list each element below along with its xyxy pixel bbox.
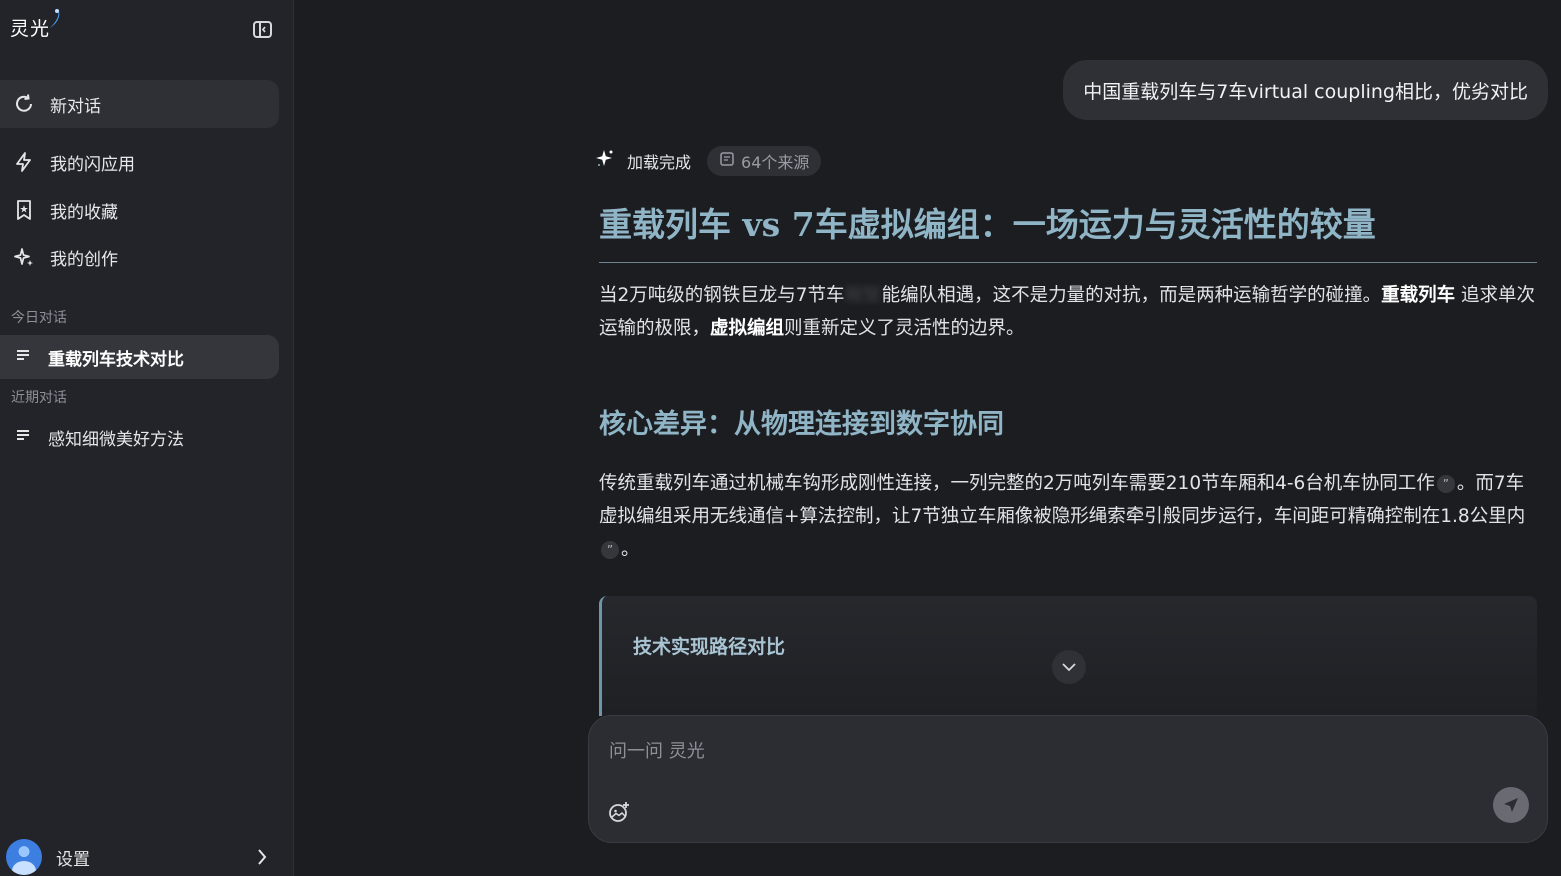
citation-quote-icon[interactable]: ” [601, 541, 619, 559]
message-input[interactable] [609, 736, 1489, 766]
send-button[interactable] [1493, 787, 1529, 823]
conversation-item[interactable]: 感知细微美好方法 [0, 415, 279, 459]
status-text: 加载完成 [627, 153, 692, 172]
nav-item-creations[interactable]: 我的创作 [0, 237, 279, 277]
new-chat-button[interactable]: 新对话 [0, 80, 279, 128]
expand-button[interactable] [1052, 650, 1086, 684]
sidebar-toggle-icon [253, 21, 272, 38]
message-composer [588, 715, 1548, 843]
nav-label: 我的闪应用 [50, 154, 135, 175]
conversation-item-active[interactable]: 重载列车技术对比 [0, 335, 279, 379]
body-text: 传统重载列车通过机械车钩形成刚性连接，一列完整的2万吨列车需要210节车厢和4-… [599, 473, 1435, 494]
bookmark-star-icon [12, 198, 36, 222]
sparkle-status-icon [595, 149, 615, 173]
app-logo[interactable]: 灵光 [10, 9, 62, 41]
image-add-icon [609, 802, 629, 822]
conversation-label: 感知细微美好方法 [48, 429, 184, 450]
new-chat-label: 新对话 [50, 96, 101, 117]
sidebar: 灵光 新对话 我的闪应用 我的收藏 我的创作 今日对话 重载列车技术对比 近期对… [0, 0, 294, 876]
sources-icon [719, 151, 735, 171]
recent-section-label: 近期对话 [11, 390, 67, 406]
add-image-button[interactable] [607, 800, 633, 826]
avatar [6, 839, 42, 875]
user-message-bubble: 中国重载列车与7车virtual coupling相比，优劣对比 [1063, 60, 1548, 120]
intro-text: 能编队相遇，这不是力量的对抗，而是两种运输哲学的碰撞。 [881, 285, 1382, 306]
today-section-label: 今日对话 [11, 310, 67, 326]
intro-bold: 虚拟编组 [710, 318, 785, 339]
collapsible-section[interactable]: 技术实现路径对比 [599, 596, 1537, 716]
send-icon [1504, 798, 1518, 812]
answer-content: 重载列车 vs 7车虚拟编组：一场运力与灵活性的较量 当2万吨级的钢铁巨龙与7节… [599, 200, 1537, 566]
conversation-label: 重载列车技术对比 [48, 349, 184, 370]
answer-title: 重载列车 vs 7车虚拟编组：一场运力与灵活性的较量 [599, 200, 1537, 263]
conversation-list-icon [14, 427, 32, 447]
sources-chip[interactable]: 64个来源 [707, 146, 822, 176]
chat-main: 中国重载列车与7车virtual coupling相比，优劣对比 加载完成 64… [295, 0, 1561, 876]
intro-bold: 重载列车 [1381, 285, 1456, 306]
sources-label: 64个来源 [741, 153, 810, 172]
nav-label: 我的收藏 [50, 202, 118, 223]
sparkle-create-icon [12, 245, 36, 269]
chevron-down-icon [1062, 663, 1076, 672]
intro-text: 则重新定义了灵活性的边界。 [784, 318, 1025, 339]
body-text: 。 [621, 539, 640, 560]
section-paragraph: 传统重载列车通过机械车钩形成刚性连接，一列完整的2万吨列车需要210节车厢和4-… [599, 467, 1537, 566]
collapse-sidebar-button[interactable] [250, 18, 276, 42]
refresh-chat-icon [12, 92, 36, 116]
intro-text: 当2万吨级的钢铁巨龙与7节车 [599, 285, 845, 306]
nav-item-flash-apps[interactable]: 我的闪应用 [0, 142, 279, 182]
conversation-list-icon [14, 347, 32, 367]
settings-label: 设置 [56, 849, 90, 870]
citation-quote-icon[interactable]: ” [1436, 475, 1455, 493]
logo-text: 灵光 [10, 18, 51, 40]
answer-status-row: 加载完成 64个来源 [595, 146, 822, 176]
settings-button[interactable]: 设置 [6, 838, 276, 876]
nav-label: 我的创作 [50, 249, 118, 270]
collapsible-title: 技术实现路径对比 [633, 636, 786, 658]
lightning-apps-icon [12, 150, 36, 174]
answer-intro-paragraph: 当2万吨级的钢铁巨龙与7节车厢智能编队相遇，这不是力量的对抗，而是两种运输哲学的… [599, 279, 1537, 345]
chevron-right-icon [256, 847, 268, 871]
section-heading: 核心差异：从物理连接到数字协同 [599, 409, 1004, 440]
nav-item-favorites[interactable]: 我的收藏 [0, 190, 279, 230]
logo-swoosh-icon [46, 8, 62, 34]
blurred-text: 厢智 [844, 285, 882, 306]
